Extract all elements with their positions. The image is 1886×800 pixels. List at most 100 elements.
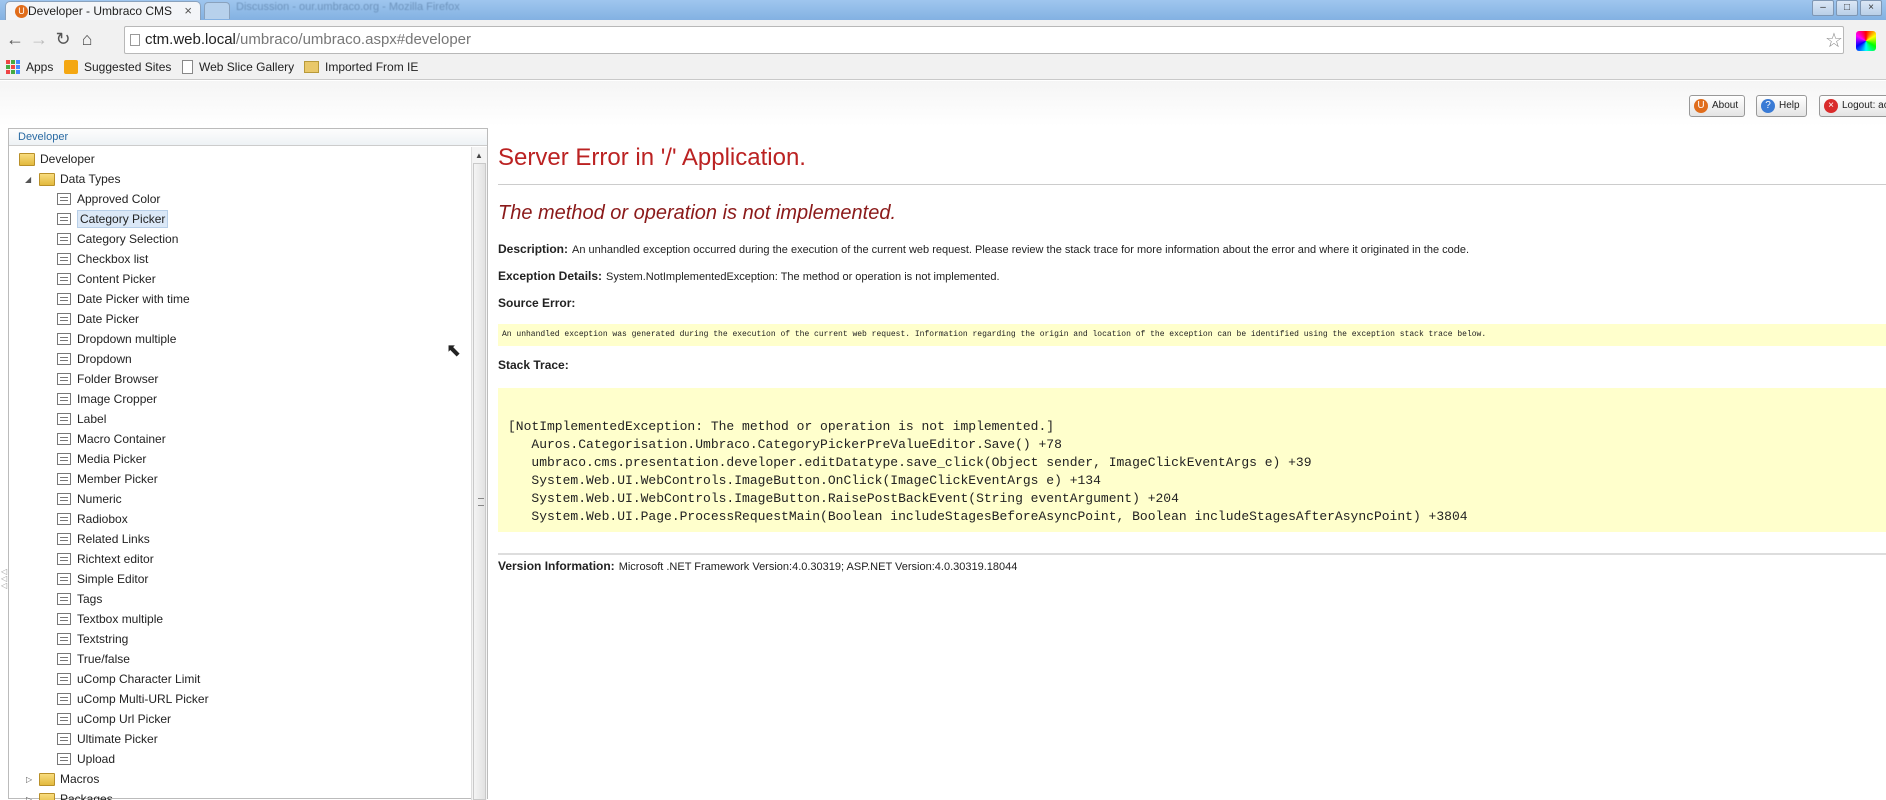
datatype-icon <box>57 333 71 345</box>
datatype-item[interactable]: uComp Multi-URL Picker <box>57 689 209 709</box>
datatype-item[interactable]: Ultimate Picker <box>57 729 158 749</box>
datatype-label: Tags <box>77 589 102 609</box>
datatype-item[interactable]: uComp Url Picker <box>57 709 171 729</box>
scroll-up-icon[interactable]: ▲ <box>475 151 483 160</box>
tree-scrollbar[interactable]: ▲ <box>471 147 487 800</box>
datatype-item[interactable]: Tags <box>57 589 102 609</box>
help-button[interactable]: ? Help <box>1756 95 1807 117</box>
bookmark-label: Suggested Sites <box>84 60 171 74</box>
datatype-item[interactable]: Radiobox <box>57 509 128 529</box>
datatype-label: Numeric <box>77 489 122 509</box>
mouse-cursor-icon: ⬉ <box>446 340 461 361</box>
datatype-icon <box>57 533 71 545</box>
bookmark-star-icon[interactable]: ☆ <box>1825 28 1843 53</box>
umbraco-header: U About ? Help × Logout: ac <box>0 81 1886 126</box>
datatype-item[interactable]: Textbox multiple <box>57 609 163 629</box>
about-icon: U <box>1694 99 1708 113</box>
url-host: ctm.web.local <box>145 31 236 48</box>
bookmark-apps[interactable]: Apps <box>6 60 53 74</box>
address-bar[interactable]: ctm.web.local/umbraco/umbraco.aspx#devel… <box>124 26 1844 54</box>
minimize-icon[interactable]: – <box>1812 0 1834 16</box>
bookmark-web-slice-gallery[interactable]: Web Slice Gallery <box>182 60 294 74</box>
tab-close-icon[interactable]: × <box>184 2 192 20</box>
datatype-item[interactable]: uComp Character Limit <box>57 669 200 689</box>
bookmark-suggested-sites[interactable]: Suggested Sites <box>64 60 171 74</box>
datatype-icon <box>57 593 71 605</box>
source-error-box: An unhandled exception was generated dur… <box>498 324 1886 346</box>
datatype-item[interactable]: Image Cropper <box>57 389 157 409</box>
datatype-item[interactable]: Category Selection <box>57 229 178 249</box>
new-tab-button[interactable] <box>204 2 230 19</box>
datatype-item[interactable]: Dropdown multiple <box>57 329 176 349</box>
extension-icon[interactable] <box>1856 31 1876 51</box>
collapse-arrow-icon[interactable]: ◢ <box>25 175 31 184</box>
bookmark-imported-from-ie[interactable]: Imported From IE <box>304 60 418 74</box>
datatype-label: Folder Browser <box>77 369 158 389</box>
datatype-item[interactable]: Dropdown <box>57 349 132 369</box>
datatype-item[interactable]: Date Picker with time <box>57 289 190 309</box>
tree-node-macros[interactable]: Macros <box>39 769 99 789</box>
datatype-label: uComp Multi-URL Picker <box>77 689 209 709</box>
datatype-label: Date Picker with time <box>77 289 190 309</box>
datatype-item[interactable]: Folder Browser <box>57 369 158 389</box>
datatype-item[interactable]: Related Links <box>57 529 150 549</box>
divider <box>498 184 1886 185</box>
datatype-item[interactable]: Upload <box>57 749 115 769</box>
datatype-item[interactable]: Textstring <box>57 629 128 649</box>
datatype-item[interactable]: Numeric <box>57 489 122 509</box>
datatype-icon <box>57 273 71 285</box>
datatype-icon <box>57 453 71 465</box>
datatype-label: Dropdown multiple <box>77 329 176 349</box>
datatype-item[interactable]: True/false <box>57 649 130 669</box>
bookmark-label: Apps <box>26 60 53 74</box>
tree-node-data-types[interactable]: Data Types <box>39 169 120 189</box>
datatype-item[interactable]: Simple Editor <box>57 569 148 589</box>
datatype-icon <box>57 713 71 725</box>
datatype-item[interactable]: Category Picker <box>57 209 168 229</box>
datatype-icon <box>57 313 71 325</box>
datatype-item[interactable]: Content Picker <box>57 269 156 289</box>
datatype-item[interactable]: Member Picker <box>57 469 158 489</box>
datatype-label: Label <box>77 409 106 429</box>
browser-tab-active[interactable]: U Developer - Umbraco CMS × <box>5 1 201 21</box>
datatype-label: Checkbox list <box>77 249 148 269</box>
folder-icon <box>39 173 55 186</box>
scroll-thumb[interactable] <box>473 163 486 800</box>
datatype-label: Macro Container <box>77 429 166 449</box>
tree-view: Developer ◢ Data Types Approved ColorCat… <box>9 147 471 800</box>
bookmark-label: Web Slice Gallery <box>199 60 294 74</box>
datatype-item[interactable]: Label <box>57 409 106 429</box>
datatype-item[interactable]: Media Picker <box>57 449 146 469</box>
error-message: The method or operation is not implement… <box>498 202 896 225</box>
datatype-label: Textstring <box>77 629 128 649</box>
splitter-grip-icon[interactable]: ◁◁◁ <box>1 568 7 589</box>
expand-arrow-icon[interactable]: ▷ <box>26 795 32 800</box>
datatype-label: Dropdown <box>77 349 132 369</box>
datatype-item[interactable]: Richtext editor <box>57 549 154 569</box>
about-button[interactable]: U About <box>1689 95 1745 117</box>
close-window-icon[interactable]: × <box>1860 0 1882 16</box>
datatype-item[interactable]: Date Picker <box>57 309 139 329</box>
datatype-label: Related Links <box>77 529 150 549</box>
description-label: Description: <box>498 242 568 256</box>
expand-arrow-icon[interactable]: ▷ <box>26 775 32 784</box>
forward-arrow-icon[interactable]: → <box>28 28 50 50</box>
datatype-label: Radiobox <box>77 509 128 529</box>
maximize-icon[interactable]: □ <box>1836 0 1858 16</box>
datatype-item[interactable]: Checkbox list <box>57 249 148 269</box>
folder-icon <box>19 153 35 166</box>
reload-icon[interactable]: ↻ <box>52 28 74 50</box>
logout-button[interactable]: × Logout: ac <box>1819 95 1886 117</box>
datatype-label: uComp Character Limit <box>77 669 200 689</box>
tree-node-packages[interactable]: Packages <box>39 789 113 800</box>
tree-node-developer[interactable]: Developer <box>19 149 95 169</box>
datatype-label: Upload <box>77 749 115 769</box>
home-icon[interactable]: ⌂ <box>76 28 98 50</box>
datatype-icon <box>57 733 71 745</box>
datatype-item[interactable]: Approved Color <box>57 189 160 209</box>
datatype-icon <box>57 673 71 685</box>
datatype-item[interactable]: Macro Container <box>57 429 166 449</box>
logout-label: Logout: ac <box>1842 100 1886 111</box>
back-arrow-icon[interactable]: ← <box>4 28 26 50</box>
folder-icon <box>39 773 55 786</box>
